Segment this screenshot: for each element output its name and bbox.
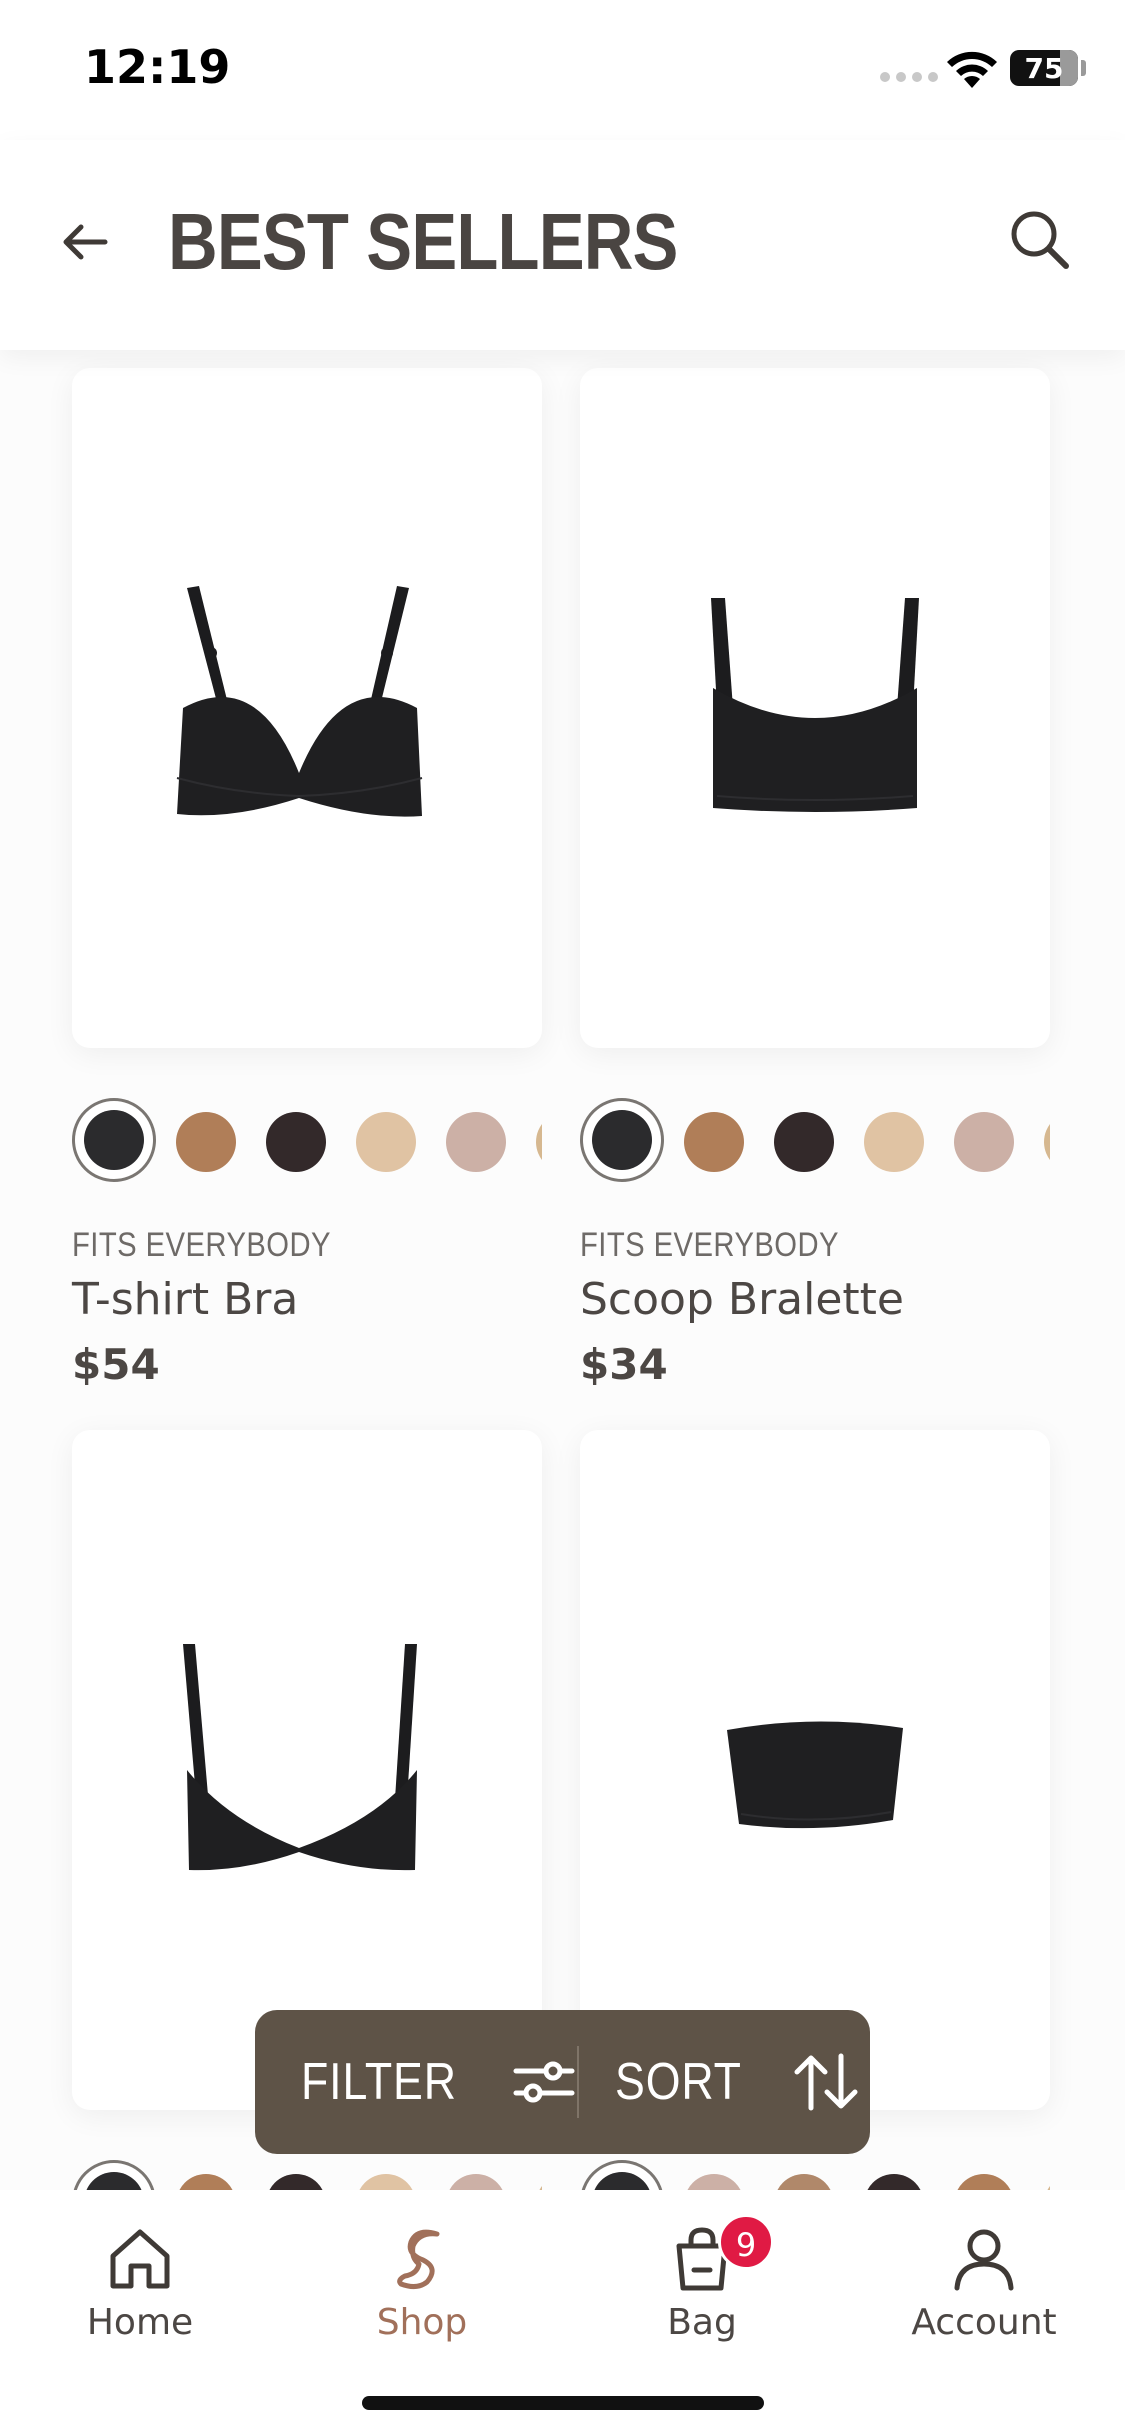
battery-icon: 75 <box>1010 50 1078 86</box>
swatch[interactable] <box>356 2174 416 2190</box>
swatch[interactable] <box>774 2174 834 2190</box>
battery-percent: 75 <box>1024 52 1064 85</box>
swatch[interactable] <box>684 2174 744 2190</box>
swatch[interactable] <box>954 1112 1014 1172</box>
swatch-selected[interactable] <box>580 2160 664 2190</box>
swatch[interactable] <box>1044 1112 1050 1172</box>
filter-label: FILTER <box>301 2053 457 2111</box>
wifi-icon <box>947 51 997 88</box>
swatch[interactable] <box>684 1112 744 1172</box>
product-image[interactable] <box>72 1430 542 2110</box>
search-icon <box>1011 211 1069 269</box>
product-brand: FITS EVERYBODY <box>72 1226 331 1264</box>
swatch[interactable] <box>356 1112 416 1172</box>
tab-shop[interactable]: Shop <box>322 2224 522 2364</box>
home-indicator <box>362 2396 764 2410</box>
scoop-bralette-image <box>711 598 919 812</box>
color-swatches <box>72 1098 542 1188</box>
tab-bag[interactable]: 9 Bag <box>602 2214 802 2364</box>
tshirt-bra-image <box>176 586 423 817</box>
filter-sort-bar: FILTER SORT <box>255 2010 870 2154</box>
swatch[interactable] <box>446 2174 506 2190</box>
tab-label: Bag <box>667 2302 737 2343</box>
status-time: 12:19 <box>84 40 231 94</box>
swatch[interactable] <box>266 1112 326 1172</box>
swatch[interactable] <box>536 1112 542 1172</box>
product-price: $54 <box>72 1340 160 1389</box>
swatch[interactable] <box>774 1112 834 1172</box>
swatch[interactable] <box>954 2174 1014 2190</box>
swatch[interactable] <box>176 1112 236 1172</box>
divider <box>577 2046 579 2118</box>
sort-label: SORT <box>615 2053 742 2111</box>
swatch[interactable] <box>176 2174 236 2190</box>
color-swatches <box>72 2160 542 2190</box>
bag-count-badge: 9 <box>718 2214 774 2270</box>
back-button[interactable] <box>55 212 115 272</box>
triangle-bra-image <box>183 1644 417 1871</box>
product-image[interactable] <box>580 1430 1050 2110</box>
product-name[interactable]: Scoop Bralette <box>580 1274 904 1325</box>
search-button[interactable] <box>1004 204 1076 276</box>
swatch[interactable] <box>1044 2174 1050 2190</box>
product-image[interactable] <box>72 368 542 1048</box>
tab-home[interactable]: Home <box>40 2224 240 2364</box>
swatch[interactable] <box>864 1112 924 1172</box>
sort-arrows-icon <box>794 2053 858 2111</box>
product-brand: FITS EVERYBODY <box>580 1226 839 1264</box>
sliders-icon <box>513 2061 575 2103</box>
color-swatches <box>580 1098 1050 1188</box>
product-price: $34 <box>580 1340 668 1389</box>
swatch[interactable] <box>536 2174 542 2190</box>
tab-label: Account <box>911 2302 1057 2343</box>
header: BEST SELLERS <box>0 140 1125 350</box>
bandeau-image <box>727 1721 903 1829</box>
page-title: BEST SELLERS <box>168 197 678 286</box>
tab-account[interactable]: Account <box>884 2224 1084 2364</box>
product-grid: FITS EVERYBODY T-shirt Bra $54 FITS EVER… <box>0 350 1125 2190</box>
product-image[interactable] <box>580 368 1050 1048</box>
cellular-signal-icon <box>880 72 938 82</box>
sort-button[interactable]: SORT <box>615 2010 859 2154</box>
arrow-left-icon <box>63 224 108 260</box>
swatch-selected[interactable] <box>72 2160 156 2190</box>
status-bar: 12:19 75 <box>0 0 1125 140</box>
shop-logo-icon <box>397 2229 440 2290</box>
tab-label: Home <box>86 2302 194 2343</box>
swatch[interactable] <box>266 2174 326 2190</box>
account-icon <box>954 2229 1014 2291</box>
product-name[interactable]: T-shirt Bra <box>72 1274 298 1325</box>
color-swatches <box>580 2160 1050 2190</box>
swatch[interactable] <box>446 1112 506 1172</box>
tab-label: Shop <box>376 2302 468 2343</box>
swatch[interactable] <box>864 2174 924 2190</box>
home-icon <box>110 2229 170 2289</box>
filter-button[interactable]: FILTER <box>301 2010 576 2154</box>
swatch-selected[interactable] <box>72 1098 156 1182</box>
swatch-selected[interactable] <box>580 1098 664 1182</box>
